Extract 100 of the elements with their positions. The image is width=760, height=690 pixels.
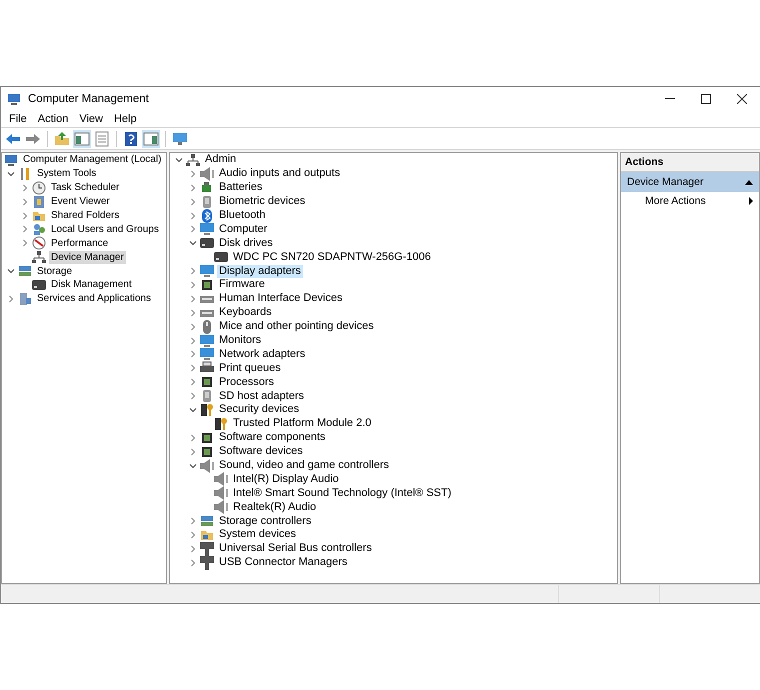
collapse-chevron-icon[interactable] (7, 170, 15, 178)
monitor-icon (200, 347, 214, 362)
tree-item[interactable]: Batteries (217, 181, 264, 194)
tree-item[interactable]: Services and Applications (35, 292, 153, 306)
tree-item[interactable]: Computer Management (Local) (21, 153, 164, 166)
tree-item[interactable]: Disk Management (49, 278, 134, 292)
tree-item[interactable]: Software devices (217, 445, 305, 458)
tree-item[interactable]: Security devices (217, 403, 302, 416)
tree-item[interactable]: Keyboards (217, 306, 274, 320)
expand-chevron-icon[interactable] (21, 198, 29, 206)
tree-item[interactable]: Shared Folders (49, 209, 122, 222)
toolbar-button[interactable] (73, 130, 91, 148)
usb-icon (200, 556, 214, 570)
tree-item[interactable]: Intel® Smart Sound Technology (Intel® SST) (231, 486, 454, 500)
minimize-icon (665, 98, 675, 99)
expand-chevron-icon[interactable] (189, 350, 197, 358)
tree-item[interactable]: Monitors (217, 334, 264, 348)
tree-item[interactable]: Human Interface Devices (217, 292, 344, 306)
expand-chevron-icon[interactable] (189, 267, 197, 276)
tree-item[interactable]: Task Scheduler (49, 181, 122, 194)
expand-chevron-icon[interactable] (189, 392, 197, 400)
tree-item[interactable]: Storage controllers (217, 514, 314, 528)
expand-chevron-icon[interactable] (189, 294, 197, 303)
tree-item[interactable]: Device Manager (49, 250, 126, 264)
expand-chevron-icon[interactable] (21, 239, 29, 248)
tree-item[interactable]: Mice and other pointing devices (217, 320, 376, 334)
expand-chevron-icon[interactable] (189, 544, 197, 553)
tree-item[interactable]: System devices (217, 528, 298, 542)
menu-item[interactable]: View (74, 112, 108, 126)
help-icon (123, 130, 139, 146)
monitor-icon (172, 130, 188, 146)
tree-item[interactable]: Storage (35, 264, 74, 278)
tree-item[interactable]: Universal Serial Bus controllers (217, 542, 374, 556)
expand-chevron-icon[interactable] (21, 212, 29, 220)
expand-chevron-icon[interactable] (189, 198, 197, 206)
menu-item[interactable]: Help (108, 112, 142, 126)
tree-item[interactable]: Sound, video and game controllers (217, 459, 391, 472)
collapse-chevron-icon[interactable] (7, 267, 15, 276)
expand-chevron-icon[interactable] (189, 308, 197, 317)
toolbar-button[interactable] (53, 130, 71, 148)
tree-item[interactable]: WDC PC SN720 SDAPNTW-256G-1006 (231, 250, 433, 264)
chip-icon (200, 278, 214, 292)
chip-icon (200, 430, 214, 445)
tree-item[interactable]: Display adapters (217, 264, 303, 278)
expand-chevron-icon[interactable] (189, 517, 197, 526)
action-item[interactable]: More Actions (621, 192, 759, 210)
device-icon (200, 389, 214, 404)
tree-item[interactable]: Disk drives (217, 236, 275, 250)
toolbar-button[interactable] (122, 130, 140, 148)
tree-item[interactable]: Bluetooth (217, 209, 268, 222)
tree-item[interactable]: Print queues (217, 362, 283, 375)
tree-item[interactable]: SD host adapters (217, 390, 306, 403)
tree-item[interactable]: Local Users and Groups (49, 222, 161, 236)
tree-item[interactable]: Audio inputs and outputs (217, 167, 342, 180)
tree-item[interactable]: Intel(R) Display Audio (231, 472, 341, 486)
expand-chevron-icon[interactable] (21, 225, 29, 234)
expand-chevron-icon[interactable] (189, 336, 197, 345)
computer-icon (4, 153, 18, 167)
expand-chevron-icon[interactable] (189, 434, 197, 442)
tree-item[interactable]: Software components (217, 431, 328, 444)
drive-icon (214, 250, 228, 264)
expand-chevron-icon[interactable] (189, 212, 197, 220)
tree-item[interactable]: Computer (217, 222, 270, 236)
expand-chevron-icon[interactable] (189, 184, 197, 192)
battery-icon (200, 180, 214, 195)
network-icon (186, 153, 200, 167)
expand-chevron-icon[interactable] (189, 280, 197, 289)
collapse-chevron-icon[interactable] (189, 462, 197, 470)
tree-item[interactable]: Event Viewer (49, 195, 112, 208)
tree-item[interactable]: System Tools (35, 167, 98, 180)
expand-chevron-icon[interactable] (189, 378, 197, 386)
menu-item[interactable]: Action (32, 112, 74, 126)
close-icon (737, 94, 747, 104)
speaker-icon (214, 486, 228, 500)
tree-item[interactable]: Network adapters (217, 348, 308, 361)
storage-icon (200, 514, 214, 528)
collapse-chevron-icon[interactable] (175, 156, 183, 164)
tree-item[interactable]: Performance (49, 236, 110, 250)
expand-chevron-icon[interactable] (189, 558, 197, 567)
collapse-chevron-icon[interactable] (189, 239, 197, 248)
expand-chevron-icon[interactable] (189, 322, 197, 331)
expand-chevron-icon[interactable] (189, 364, 197, 372)
tree-item[interactable]: Biometric devices (217, 195, 308, 208)
menu-item[interactable]: File (4, 112, 32, 126)
expand-chevron-icon[interactable] (189, 225, 197, 234)
expand-chevron-icon[interactable] (189, 448, 197, 456)
tree-item[interactable]: Realtek(R) Audio (231, 500, 318, 514)
expand-chevron-icon[interactable] (189, 530, 197, 539)
expand-chevron-icon[interactable] (7, 294, 15, 303)
action-section[interactable]: Device Manager (621, 172, 759, 192)
tree-item[interactable]: Admin (203, 153, 238, 166)
toolbar-button[interactable] (142, 130, 160, 148)
tree-item[interactable]: Trusted Platform Module 2.0 (231, 417, 374, 430)
tree-item[interactable]: USB Connector Managers (217, 556, 350, 570)
collapse-chevron-icon[interactable] (189, 406, 197, 414)
tree-item[interactable]: Processors (217, 376, 276, 389)
toolbar-button[interactable] (93, 130, 111, 148)
expand-chevron-icon[interactable] (21, 184, 29, 192)
tree-item[interactable]: Firmware (217, 278, 267, 292)
expand-chevron-icon[interactable] (189, 170, 197, 178)
